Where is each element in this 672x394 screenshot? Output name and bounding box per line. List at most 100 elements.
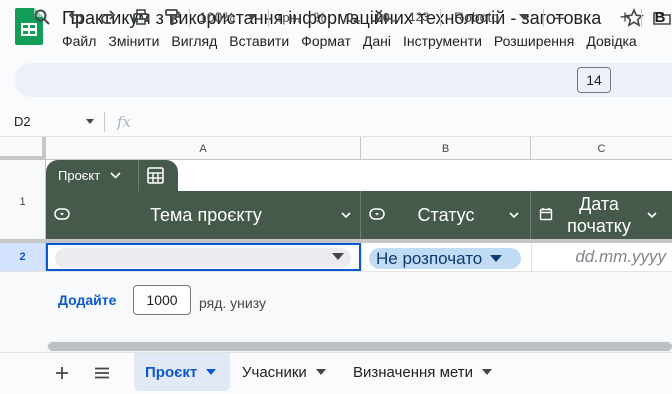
table-header-start-date[interactable]: Дата початку [531,191,672,239]
undo-button[interactable] [64,0,88,34]
decrease-font-size-button[interactable]: – [549,0,571,34]
toolbar [14,63,672,97]
sheet-tab-participants[interactable]: Учасники [242,353,326,391]
toolbar-separator [543,9,544,27]
arrow-right-icon [391,18,398,24]
menu-tools[interactable]: Інструменти [403,33,482,51]
calendar-icon [539,208,553,221]
search-icon [34,9,50,25]
plus-label: + [619,6,631,27]
bold-button[interactable]: B [650,0,670,34]
zoom-select[interactable]: 100% [193,0,263,34]
menu-list-icon [95,367,109,379]
percent-label: % [313,9,327,25]
menubar: Файл Змінити Вигляд Вставити Формат Дані… [62,33,649,51]
sheet-tab-project[interactable]: Проєкт [134,353,230,391]
number-format-label: 123 [408,10,430,24]
currency-format-button[interactable]: грн. [273,0,305,34]
add-sheet-button[interactable] [50,362,74,384]
table-header-status[interactable]: Статус [361,191,531,239]
header-start-date-label: Дата початку [567,194,631,236]
chevron-down-icon [481,369,492,375]
add-rows-count-value: 1000 [146,292,178,308]
paint-format-icon [165,9,180,25]
menu-help[interactable]: Довідка [586,33,636,51]
table-view-icon[interactable] [146,166,168,186]
chevron-down-icon [315,369,326,375]
font-size-value: 14 [586,72,602,88]
number-format-button[interactable]: 123 [405,0,433,34]
print-button[interactable] [129,0,153,34]
name-box[interactable]: D2 [14,114,31,129]
add-rows-suffix: ряд. унизу [199,295,266,311]
status-dropdown-chip[interactable]: Не розпочато [369,248,521,269]
header-topic-label: Тема проєкту [150,205,262,225]
all-sheets-button[interactable] [90,362,114,384]
add-rows-count-input[interactable]: 1000 [133,285,191,315]
redo-icon [101,10,116,24]
column-header-b[interactable]: B [361,137,531,160]
redo-button[interactable] [96,0,120,34]
menu-insert[interactable]: Вставити [229,33,289,51]
sheet-tab-goal-definition[interactable]: Визначення мети [353,353,492,391]
chevron-down-icon[interactable] [508,208,520,222]
plus-icon [56,367,68,379]
percent-format-button[interactable]: % [310,0,330,34]
add-rows-panel [0,272,672,352]
sheet-tab-label: Визначення мети [353,363,473,381]
row-header-2[interactable]: 2 [0,243,46,271]
column-divider [361,243,362,271]
arrow-left-icon [353,18,361,24]
row-header-1[interactable]: 1 [0,164,46,239]
increase-decimals-button[interactable]: .00 [371,0,399,34]
select-all-corner[interactable] [0,137,46,160]
table-chip-separator [138,160,139,191]
decrease-decimals-label: .0 [342,9,354,25]
chevron-down-icon[interactable] [340,208,352,222]
chevron-down-icon [206,369,217,375]
toolbar-separator [440,9,441,27]
sheet-tab-label: Учасники [242,363,307,381]
horizontal-scrollbar-thumb[interactable] [48,342,672,351]
paint-format-button[interactable] [160,0,184,34]
chevron-down-icon [246,14,257,20]
increase-decimals-label: .00 [371,9,391,25]
row-freeze-line [0,239,46,243]
dropdown-chip-icon [369,208,385,220]
font-size-input[interactable]: 14 [577,67,611,93]
decrease-decimals-button[interactable]: .0 [339,0,365,34]
increase-font-size-button[interactable]: + [614,0,636,34]
chevron-down-icon [110,172,121,179]
status-value: Не розпочато [376,248,483,268]
chevron-down-icon [519,14,530,20]
menu-view[interactable]: Вигляд [171,33,217,51]
undo-icon [68,10,83,24]
cell-a2-selection[interactable] [46,243,361,271]
chevron-down-icon[interactable] [84,114,96,128]
search-menus-button[interactable] [30,0,54,34]
menu-format[interactable]: Формат [301,33,351,51]
menu-data[interactable]: Дані [363,33,391,51]
column-header-a[interactable]: A [46,137,361,160]
column-header-c[interactable]: C [531,137,672,160]
font-family-value: Roboto [454,9,500,25]
currency-label: грн. [277,9,301,25]
table-name-button[interactable]: Проєкт [46,160,136,191]
fx-icon: fx [117,113,132,131]
table-header-topic[interactable]: Тема проєкту [46,191,361,239]
print-icon [133,9,149,25]
menu-file[interactable]: Файл [62,33,96,51]
chevron-down-icon[interactable] [646,208,658,222]
formula-bar-separator [104,112,105,132]
menu-edit[interactable]: Змінити [108,33,159,51]
toolbar-separator [641,9,642,27]
toolbar-separator [189,9,190,27]
minus-label: – [554,6,565,27]
font-family-select[interactable]: Roboto [447,0,539,34]
table-name-label: Проєкт [58,168,101,183]
dropdown-chip-icon [54,208,70,220]
start-date-cell[interactable]: dd.mm.yyyy [532,243,666,271]
menu-extensions[interactable]: Розширення [494,33,574,51]
chevron-down-icon [490,254,503,262]
add-rows-button[interactable]: Додайте [58,292,116,308]
